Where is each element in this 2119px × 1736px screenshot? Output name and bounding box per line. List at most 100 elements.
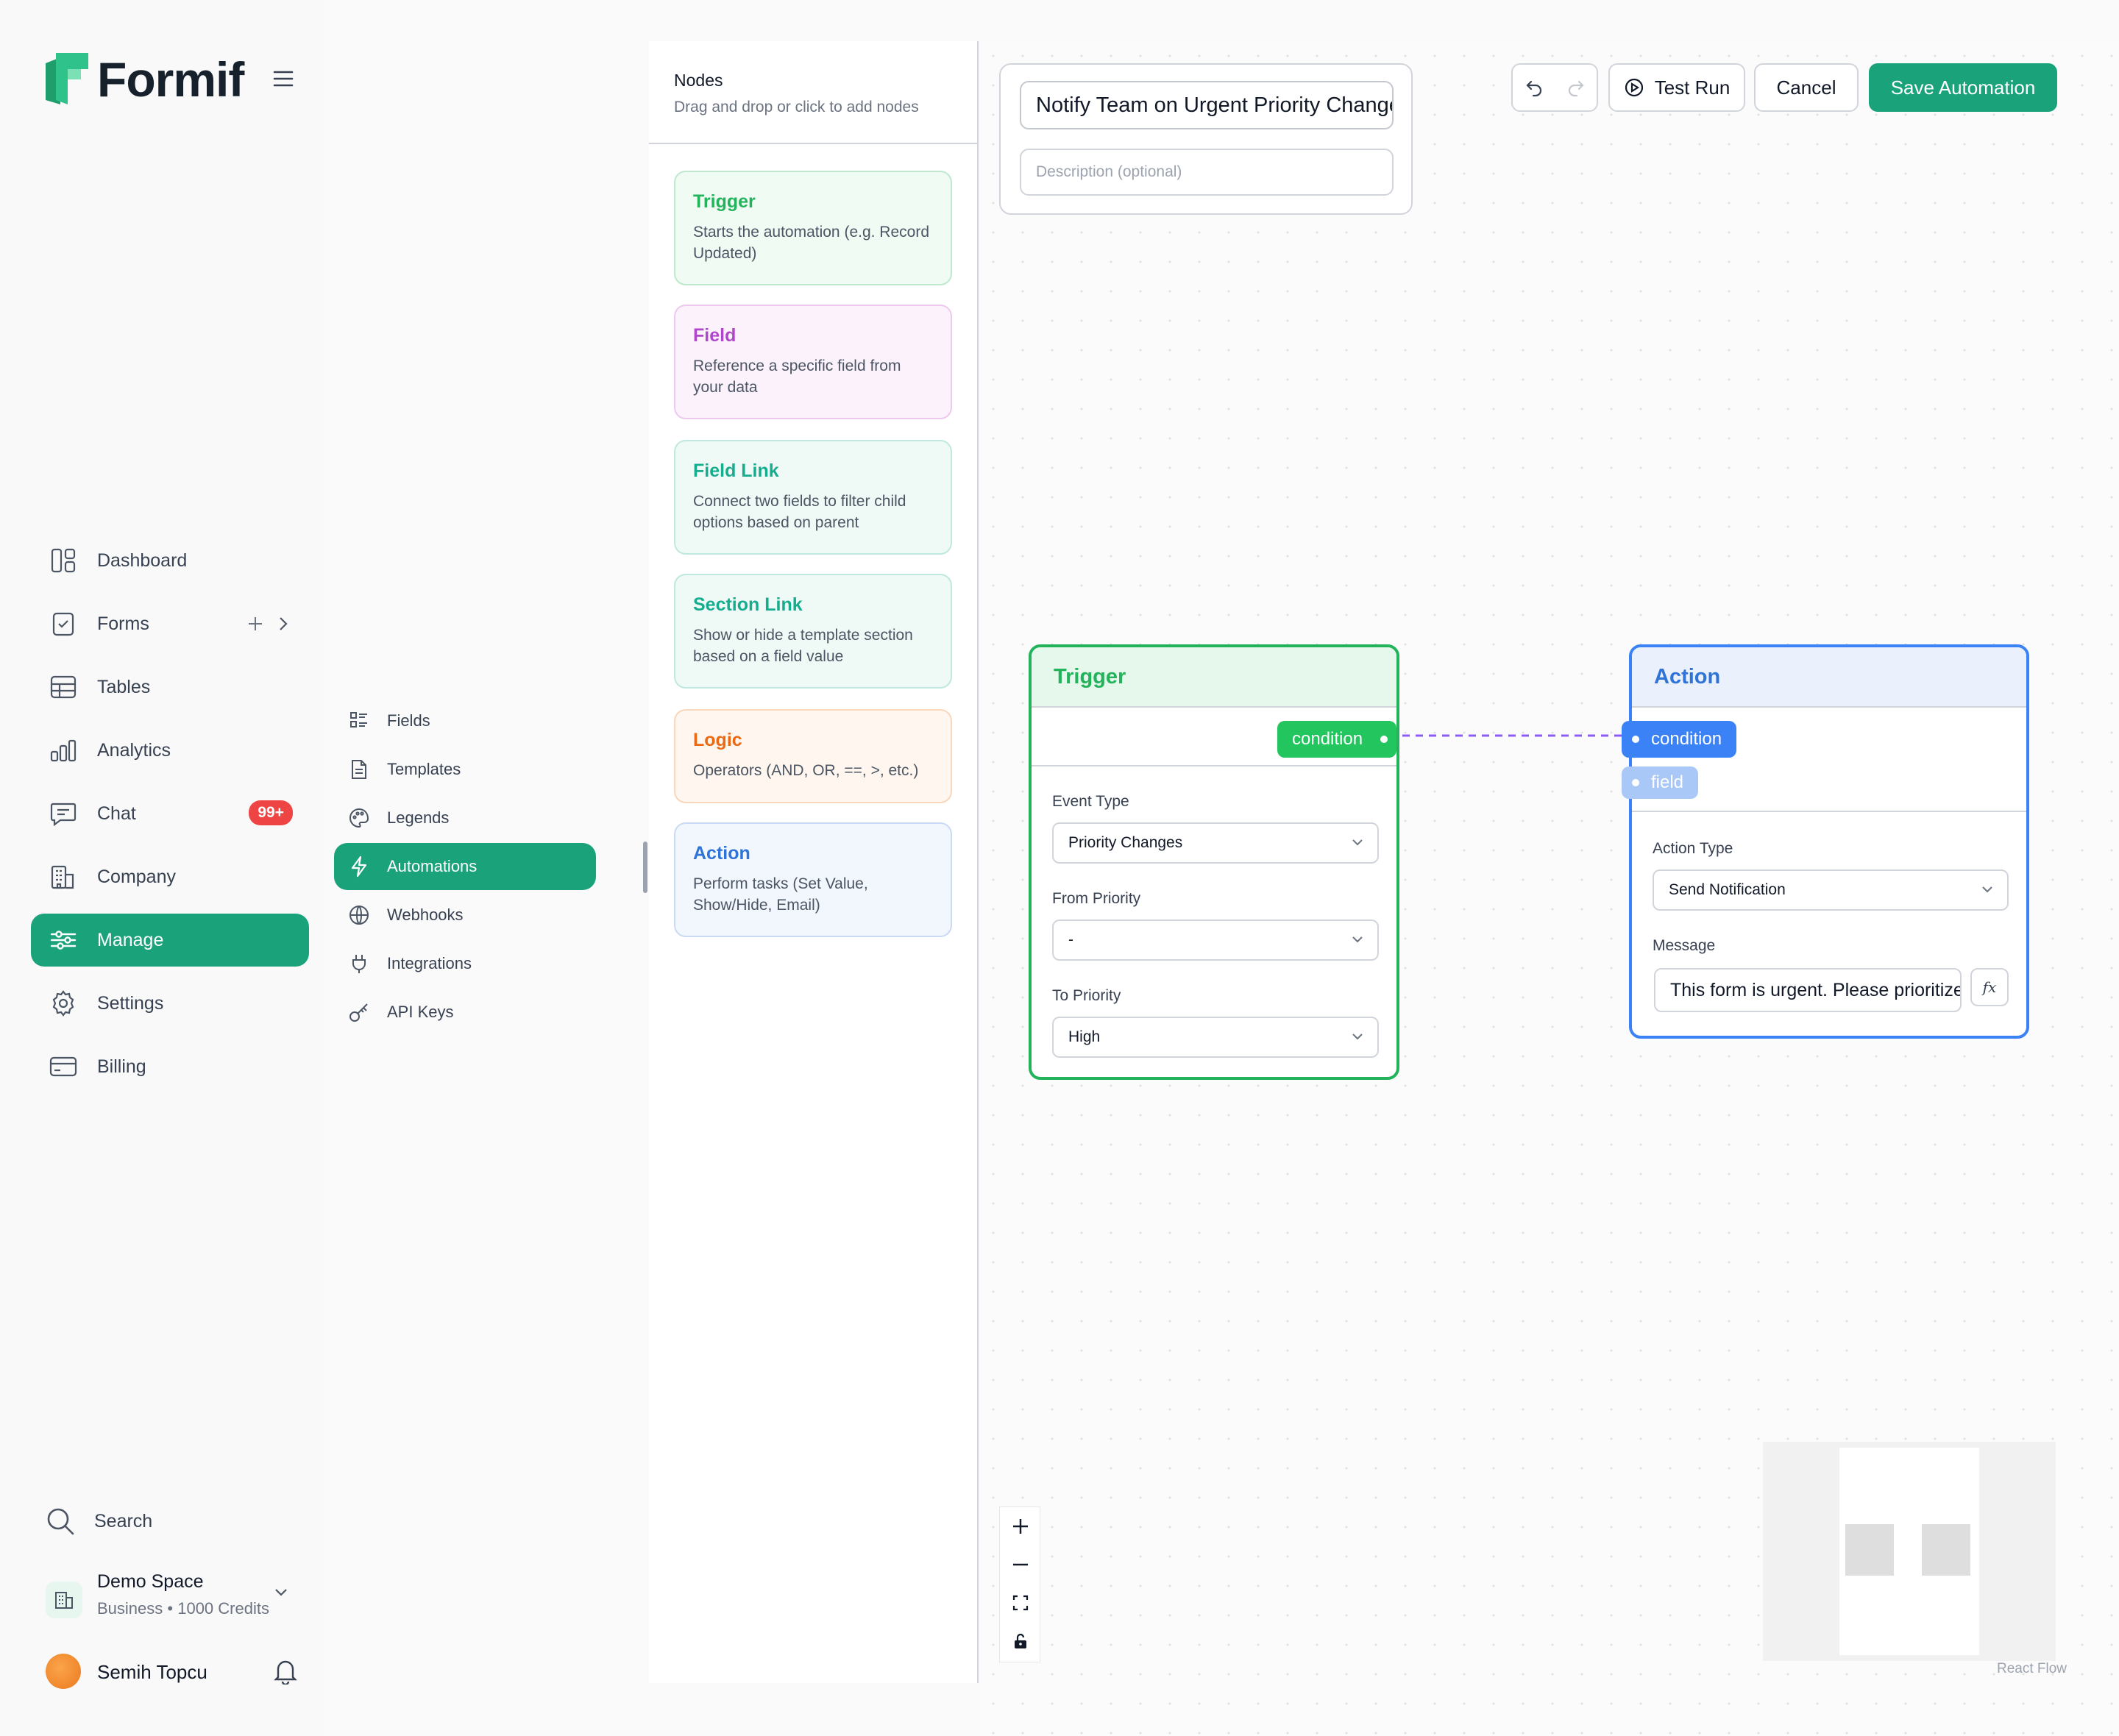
message-input[interactable]: This form is urgent. Please prioritize. <box>1654 968 1962 1012</box>
sidebar-search[interactable]: Search <box>46 1506 152 1536</box>
node-card-logic[interactable]: Logic Operators (AND, OR, ==, >, etc.) <box>674 709 952 803</box>
trigger-node[interactable]: Trigger condition ✓ Event Type Priority … <box>1029 644 1399 1080</box>
main-sidebar: Formif Dashboard Forms Tables Analytics … <box>0 0 324 1736</box>
panel-resize-handle[interactable] <box>643 842 647 893</box>
expand-forms-icon[interactable] <box>278 616 288 632</box>
subnav-integrations-label: Integrations <box>387 954 472 972</box>
nav-chat-label: Chat <box>97 803 136 824</box>
node-card-field-link[interactable]: Field Link Connect two fields to filter … <box>674 440 952 555</box>
cancel-button[interactable]: Cancel <box>1754 63 1859 112</box>
from-priority-value: - <box>1068 931 1073 948</box>
nodes-panel-subtitle: Drag and drop or click to add nodes <box>674 99 919 115</box>
nav-chat[interactable]: Chat 99+ <box>31 787 309 840</box>
from-priority-label: From Priority <box>1052 890 1141 907</box>
automation-description-input[interactable] <box>1020 149 1394 196</box>
bar-chart-icon <box>49 736 78 765</box>
node-card-action[interactable]: Action Perform tasks (Set Value, Show/Hi… <box>674 822 952 937</box>
test-run-button[interactable]: Test Run <box>1608 63 1745 112</box>
search-icon <box>46 1506 75 1536</box>
chat-unread-badge: 99+ <box>249 800 293 825</box>
from-priority-select[interactable]: - <box>1052 919 1379 961</box>
event-type-select[interactable]: Priority Changes <box>1052 822 1379 864</box>
plug-icon <box>347 952 371 975</box>
nav-forms-label: Forms <box>97 613 149 634</box>
nav-billing[interactable]: Billing <box>31 1040 309 1093</box>
subnav-legends-label: Legends <box>387 808 450 827</box>
save-automation-button[interactable]: Save Automation <box>1869 63 2057 112</box>
subnav-automations-label: Automations <box>387 857 478 875</box>
message-label: Message <box>1653 937 1716 954</box>
flow-edge[interactable] <box>1398 728 1633 743</box>
forms-icon <box>49 609 78 638</box>
dashboard-icon <box>49 546 78 575</box>
automation-name-input[interactable]: Notify Team on Urgent Priority Change <box>1020 81 1394 129</box>
workspace-building-icon <box>46 1582 82 1618</box>
test-run-label: Test Run <box>1654 76 1731 99</box>
nav-analytics[interactable]: Analytics <box>31 724 309 777</box>
condition-output-handle[interactable]: condition ✓ <box>1277 721 1396 786</box>
node-card-field[interactable]: Field Reference a specific field from yo… <box>674 305 952 419</box>
to-priority-select[interactable]: High <box>1052 1017 1379 1058</box>
user-profile[interactable]: Semih Topcu <box>46 1654 303 1692</box>
subnav-webhooks[interactable]: Webhooks <box>334 892 596 939</box>
subnav-fields[interactable]: Fields <box>334 697 596 744</box>
nav-settings[interactable]: Settings <box>31 977 309 1030</box>
nav-manage[interactable]: Manage <box>31 914 309 967</box>
menu-toggle-icon[interactable] <box>272 68 294 90</box>
cancel-label: Cancel <box>1776 76 1836 99</box>
nav-dashboard[interactable]: Dashboard <box>31 534 309 587</box>
chevron-down-icon <box>1351 836 1364 849</box>
brand-name: Formif <box>97 52 244 107</box>
save-label: Save Automation <box>1890 76 2036 99</box>
canvas-controls <box>999 1506 1040 1662</box>
workspace-switcher[interactable]: Demo Space Business • 1000 Credits <box>46 1571 310 1629</box>
subnav-legends[interactable]: Legends <box>334 794 596 842</box>
subnav-api-keys[interactable]: API Keys <box>334 989 596 1036</box>
react-flow-attribution[interactable]: React Flow <box>1997 1661 2067 1677</box>
search-label: Search <box>94 1510 153 1532</box>
action-type-select[interactable]: Send Notification <box>1653 869 2009 911</box>
subnav-automations[interactable]: Automations <box>334 843 596 890</box>
subnav-integrations[interactable]: Integrations <box>334 940 596 987</box>
chevron-down-icon <box>274 1587 288 1598</box>
lightning-icon <box>347 855 371 878</box>
node-card-section-link[interactable]: Section Link Show or hide a template sec… <box>674 574 952 689</box>
node-card-desc: Connect two fields to filter child optio… <box>693 493 906 531</box>
node-card-trigger[interactable]: Trigger Starts the automation (e.g. Reco… <box>674 171 952 285</box>
divider <box>1632 706 2026 708</box>
nav-company-label: Company <box>97 866 176 887</box>
subnav-templates-label: Templates <box>387 760 461 778</box>
nav-tables-label: Tables <box>97 676 151 697</box>
fit-view-icon[interactable] <box>1000 1584 1041 1622</box>
nav-billing-label: Billing <box>97 1056 146 1077</box>
nav-tables[interactable]: Tables <box>31 661 309 714</box>
bell-icon[interactable] <box>274 1658 297 1685</box>
formula-icon[interactable]: fx <box>1970 968 2009 1006</box>
redo-icon[interactable] <box>1566 78 1586 97</box>
nav-dashboard-label: Dashboard <box>97 549 188 571</box>
condition-input-handle[interactable]: condition <box>1622 721 1737 758</box>
credit-card-icon <box>49 1052 78 1081</box>
zoom-out-icon[interactable] <box>1000 1545 1041 1584</box>
node-card-title: Action <box>693 843 750 864</box>
lock-icon[interactable] <box>1000 1622 1041 1660</box>
divider <box>1032 706 1396 708</box>
minimap[interactable] <box>1763 1442 2056 1661</box>
add-form-icon[interactable] <box>247 616 263 632</box>
nav-settings-label: Settings <box>97 992 164 1014</box>
subnav-templates[interactable]: Templates <box>334 746 596 793</box>
play-icon <box>1624 77 1644 98</box>
nav-company[interactable]: Company <box>31 850 309 903</box>
action-node-title: Action <box>1632 647 2026 706</box>
automation-title-panel: Notify Team on Urgent Priority Change <box>999 63 1413 215</box>
zoom-in-icon[interactable] <box>1000 1507 1041 1545</box>
nav-forms[interactable]: Forms <box>31 597 309 650</box>
workspace-plan: Business • 1000 Credits <box>97 1599 269 1618</box>
field-input-handle[interactable]: field <box>1622 766 1699 799</box>
condition-input-label: condition <box>1651 729 1722 749</box>
node-card-title: Field Link <box>693 460 779 481</box>
undo-icon[interactable] <box>1525 78 1544 97</box>
chevron-down-icon <box>1351 933 1364 946</box>
document-icon <box>347 758 371 781</box>
action-node[interactable]: Action condition field Action Type Send … <box>1622 644 2029 1039</box>
